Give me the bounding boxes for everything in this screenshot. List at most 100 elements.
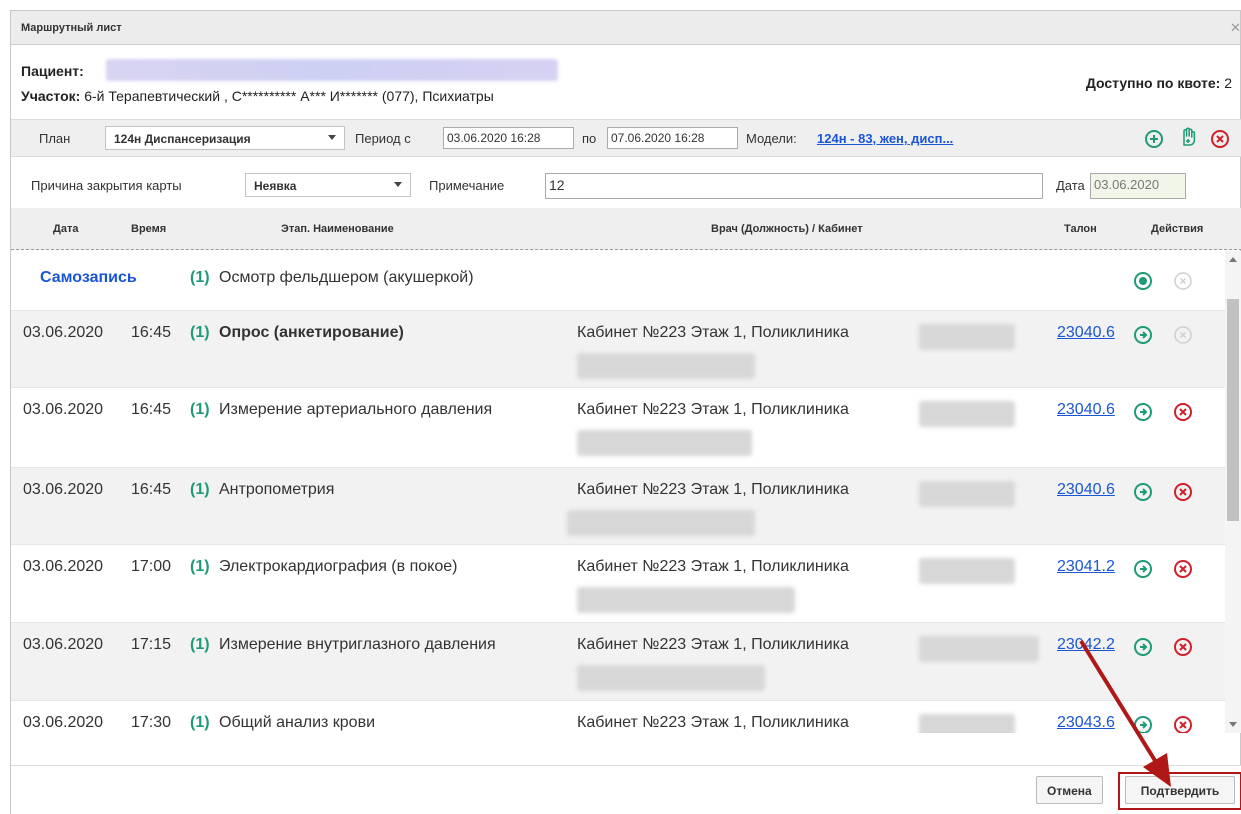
row-date: 03.06.2020 <box>23 558 104 575</box>
models-label: Модели: <box>746 131 797 146</box>
date-input[interactable]: 03.06.2020 <box>1090 173 1186 199</box>
doctor-redacted <box>577 430 752 456</box>
period-to-label: по <box>582 131 597 146</box>
stage-number: (1) <box>190 636 210 653</box>
row-date: 03.06.2020 <box>23 636 104 653</box>
cancel-icon[interactable] <box>1172 636 1194 658</box>
plan-select[interactable]: 124н Диспансеризация <box>105 126 345 150</box>
doctor-redacted <box>919 636 1039 662</box>
go-arrow-icon[interactable] <box>1132 558 1154 580</box>
stage-name: Осмотр фельдшером (акушеркой) <box>219 269 474 286</box>
plan-label: План <box>39 131 71 146</box>
stage-name: Антропометрия <box>219 481 335 498</box>
plan-toolbar: План 124н Диспансеризация Период с 03.06… <box>11 119 1241 157</box>
cancel-button[interactable]: Отмена <box>1036 776 1103 804</box>
dialog-titlebar: Маршрутный лист ✕ <box>11 11 1240 45</box>
go-arrow-icon[interactable] <box>1132 714 1154 733</box>
stage-number: (1) <box>190 481 210 498</box>
row-date: 03.06.2020 <box>23 324 104 341</box>
table-row[interactable]: 03.06.2020 16:45 (1) Антропометрия Кабин… <box>11 468 1225 545</box>
table-row[interactable]: 03.06.2020 16:45 (1) Измерение артериаль… <box>11 388 1225 468</box>
selfrecord-row[interactable]: Самозапись (1) Осмотр фельдшером (акушер… <box>11 251 1225 311</box>
table-body: Самозапись (1) Осмотр фельдшером (акушер… <box>11 251 1225 733</box>
row-time: 16:45 <box>131 324 172 341</box>
period-to-input[interactable]: 07.06.2020 16:28 <box>607 127 738 149</box>
cancel-circle-icon[interactable] <box>1209 128 1231 150</box>
ticket-link[interactable]: 23040.6 <box>1057 401 1115 419</box>
doctor-redacted <box>567 510 755 536</box>
selfrecord-label[interactable]: Самозапись <box>40 269 137 287</box>
close-icon[interactable]: ✕ <box>1230 20 1240 36</box>
doctor-redacted <box>577 587 795 613</box>
period-from-input[interactable]: 03.06.2020 16:28 <box>443 127 574 149</box>
col-actions: Действия <box>1151 223 1204 235</box>
row-time: 16:45 <box>131 481 172 498</box>
cabinet: Кабинет №223 Этаж 1, Поликлиника <box>577 714 849 731</box>
patient-label: Пациент: <box>21 63 84 79</box>
col-date: Дата <box>53 223 79 235</box>
col-ticket: Талон <box>1064 223 1097 235</box>
table-row[interactable]: 03.06.2020 17:15 (1) Измерение внутригла… <box>11 623 1225 701</box>
go-arrow-icon[interactable] <box>1132 401 1154 423</box>
cancel-icon[interactable] <box>1172 401 1194 423</box>
row-time: 17:00 <box>131 558 172 575</box>
radio-selected-icon[interactable] <box>1132 270 1154 292</box>
doctor-redacted <box>919 714 1015 733</box>
cabinet: Кабинет №223 Этаж 1, Поликлиника <box>577 481 849 498</box>
col-time: Время <box>131 223 167 235</box>
date-label: Дата <box>1056 178 1085 193</box>
add-circle-arrow-icon[interactable] <box>1143 128 1165 150</box>
cabinet: Кабинет №223 Этаж 1, Поликлиника <box>577 558 849 575</box>
cancel-icon[interactable] <box>1172 558 1194 580</box>
row-time: 17:30 <box>131 714 172 731</box>
scroll-thumb[interactable] <box>1227 299 1239 521</box>
stage-name: Опрос (анкетирование) <box>219 324 404 341</box>
stage-name: Электрокардиография (в покое) <box>219 558 458 575</box>
table-row[interactable]: 03.06.2020 17:30 (1) Общий анализ крови … <box>11 701 1225 733</box>
period-from-label: Период с <box>355 131 411 146</box>
ticket-link[interactable]: 23041.2 <box>1057 558 1115 576</box>
col-stage: Этап. Наименование <box>281 223 394 235</box>
site-info: Участок: 6-й Терапевтический , С********… <box>21 88 494 104</box>
doctor-redacted <box>919 481 1015 507</box>
ticket-link[interactable]: 23042.2 <box>1057 636 1115 654</box>
note-input[interactable]: 12 <box>545 173 1043 199</box>
cancel-icon[interactable] <box>1172 714 1194 733</box>
stage-number: (1) <box>190 714 210 731</box>
table-row[interactable]: 03.06.2020 17:00 (1) Электрокардиография… <box>11 545 1225 623</box>
cabinet: Кабинет №223 Этаж 1, Поликлиника <box>577 401 849 418</box>
table-header: Дата Время Этап. Наименование Врач (Долж… <box>11 208 1241 250</box>
scroll-down-icon[interactable] <box>1229 722 1237 727</box>
scroll-up-icon[interactable] <box>1229 257 1237 262</box>
table-row[interactable]: 03.06.2020 16:45 (1) Опрос (анкетировани… <box>11 311 1225 388</box>
confirm-button[interactable]: Подтвердить <box>1125 776 1235 804</box>
cancel-icon[interactable] <box>1172 481 1194 503</box>
stage-number: (1) <box>190 324 210 341</box>
doctor-redacted <box>577 665 765 691</box>
ticket-link[interactable]: 23040.6 <box>1057 481 1115 499</box>
go-arrow-icon[interactable] <box>1132 324 1154 346</box>
ticket-link[interactable]: 23043.6 <box>1057 714 1115 732</box>
go-arrow-icon[interactable] <box>1132 636 1154 658</box>
stage-name: Общий анализ крови <box>219 714 376 731</box>
cabinet: Кабинет №223 Этаж 1, Поликлиника <box>577 636 849 653</box>
doctor-redacted <box>919 401 1015 427</box>
row-date: 03.06.2020 <box>23 401 104 418</box>
cabinet: Кабинет №223 Этаж 1, Поликлиника <box>577 324 849 341</box>
stage-number: (1) <box>190 401 210 418</box>
quota-info: Доступно по квоте: 2 <box>1085 75 1232 91</box>
note-label: Примечание <box>429 178 505 193</box>
patient-name-redacted <box>106 59 558 81</box>
close-reason-select[interactable]: Неявка <box>245 173 411 197</box>
close-reason-label: Причина закрытия карты <box>31 178 182 193</box>
chevron-down-icon <box>394 182 402 187</box>
go-arrow-icon[interactable] <box>1132 481 1154 503</box>
cancel-disabled-icon <box>1174 326 1192 344</box>
models-link[interactable]: 124н - 83, жен, дисп... <box>817 131 953 146</box>
dialog-footer: Отмена Подтвердить <box>11 765 1241 814</box>
ticket-link[interactable]: 23040.6 <box>1057 324 1115 342</box>
hand-icon[interactable] <box>1177 126 1199 148</box>
chevron-down-icon <box>328 135 336 140</box>
dialog-title: Маршрутный лист <box>21 22 122 34</box>
table-scrollbar[interactable] <box>1225 251 1241 733</box>
